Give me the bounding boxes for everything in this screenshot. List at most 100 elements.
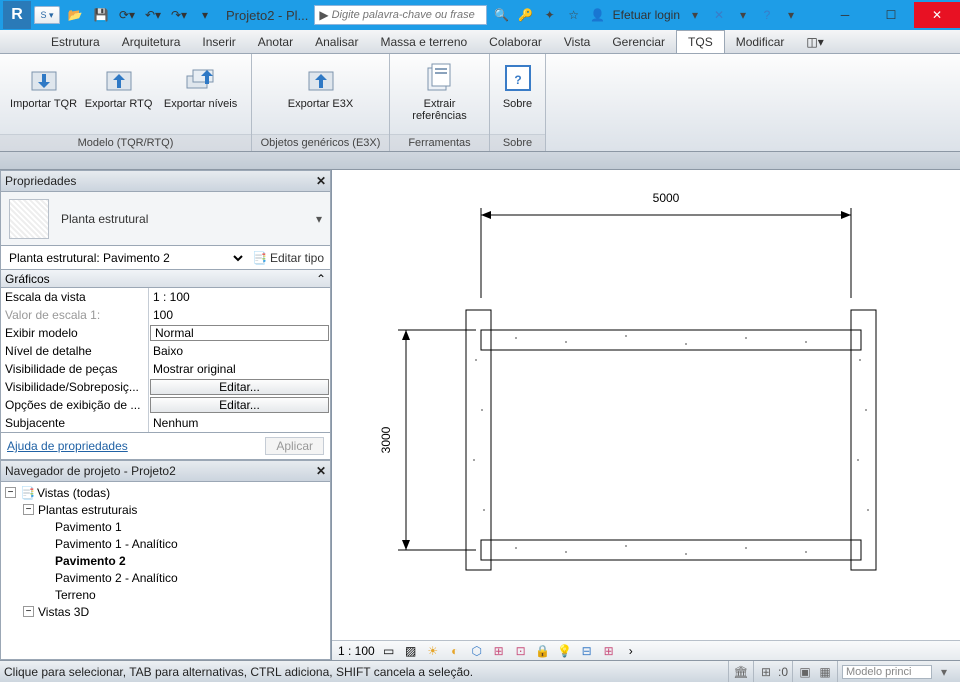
type-selector[interactable]: Planta estrutural ▾ xyxy=(0,192,331,246)
redo-icon[interactable]: ↷▾ xyxy=(168,4,190,26)
sb-coord-label: :0 xyxy=(778,665,788,679)
sb-select-icon[interactable]: ▣ xyxy=(797,664,813,680)
title-bar: R S ▾ 📂 💾 ⟳▾ ↶▾ ↷▾ ▾ Projeto2 - Pl... ▶ … xyxy=(0,0,960,30)
property-row[interactable]: Nível de detalheBaixo xyxy=(1,342,330,360)
tab-modificar[interactable]: Modificar xyxy=(725,30,796,53)
sb-link-icon[interactable]: ▦ xyxy=(817,664,833,680)
property-row[interactable]: SubjacenteNenhum xyxy=(1,414,330,432)
tab-inserir[interactable]: Inserir xyxy=(191,30,246,53)
property-row[interactable]: Escala da vista1 : 100 xyxy=(1,288,330,306)
vc-detail-icon[interactable]: ▭ xyxy=(381,643,397,659)
file-tab[interactable]: S ▾ xyxy=(34,6,60,24)
login-link[interactable]: Efetuar login xyxy=(613,8,680,22)
browser-close-icon[interactable]: ✕ xyxy=(316,464,326,478)
exportar-niveis-button[interactable]: Exportar níveis xyxy=(158,58,243,110)
expander-icon[interactable]: − xyxy=(23,504,34,515)
exportar-rtq-button[interactable]: Exportar RTQ xyxy=(83,58,154,110)
group-collapse-icon[interactable]: ⌃ xyxy=(316,272,326,286)
vc-render-icon[interactable]: ⬡ xyxy=(469,643,485,659)
user-icon[interactable]: 👤 xyxy=(589,6,607,24)
edit-type-button[interactable]: 📑 Editar tipo xyxy=(246,251,330,265)
tab-analisar[interactable]: Analisar xyxy=(304,30,369,53)
project-browser-tree[interactable]: − 📑 Vistas (todas) − Plantas estruturais… xyxy=(0,482,331,660)
property-row[interactable]: Exibir modeloNormal xyxy=(1,324,330,342)
tree-node[interactable]: Plantas estruturais xyxy=(38,503,137,517)
tree-node[interactable]: Vistas (todas) xyxy=(37,486,110,500)
expander-icon[interactable]: − xyxy=(5,487,16,498)
search-box[interactable]: ▶ xyxy=(314,5,486,25)
importar-tqr-button[interactable]: Importar TQR xyxy=(8,58,79,110)
sb-worksets-icon[interactable]: ⊞ xyxy=(758,664,774,680)
properties-panel-header[interactable]: Propriedades ✕ xyxy=(0,170,331,192)
minimize-button[interactable]: ─ xyxy=(822,2,868,28)
views-root-icon: 📑 xyxy=(20,486,35,500)
vc-lock-icon[interactable]: 🔒 xyxy=(535,643,551,659)
maximize-button[interactable]: ☐ xyxy=(868,2,914,28)
binoculars-icon[interactable]: 🔍 xyxy=(493,6,511,24)
tab-vista[interactable]: Vista xyxy=(553,30,601,53)
tab-extra-icon[interactable]: ◫▾ xyxy=(795,30,834,53)
sb-filter-dropdown-icon[interactable]: ▾ xyxy=(936,664,952,680)
status-message: Clique para selecionar, TAB para alterna… xyxy=(4,665,728,679)
vc-chevron-icon[interactable]: › xyxy=(623,643,639,659)
extrair-referencias-button[interactable]: Extrair referências xyxy=(398,58,481,122)
star-icon[interactable]: ☆ xyxy=(565,6,583,24)
vc-hide-icon[interactable]: ⊟ xyxy=(579,643,595,659)
sb-model-icon[interactable]: 🏛 xyxy=(733,664,749,680)
tab-arquitetura[interactable]: Arquitetura xyxy=(111,30,192,53)
vc-bulb-icon[interactable]: 💡 xyxy=(557,643,573,659)
tab-gerenciar[interactable]: Gerenciar xyxy=(601,30,676,53)
login-dropdown-icon[interactable]: ▾ xyxy=(686,6,704,24)
tree-leaf[interactable]: Pavimento 2 - Analítico xyxy=(1,569,330,586)
tree-leaf[interactable]: Pavimento 1 - Analítico xyxy=(1,535,330,552)
help-icon[interactable]: ? xyxy=(758,6,776,24)
exportar-e3x-button[interactable]: Exportar E3X xyxy=(285,58,357,110)
properties-help-link[interactable]: Ajuda de propriedades xyxy=(7,439,128,453)
vc-crop2-icon[interactable]: ⊡ xyxy=(513,643,529,659)
vc-model-icon[interactable]: ▨ xyxy=(403,643,419,659)
menu-bar: Estrutura Arquitetura Inserir Anotar Ana… xyxy=(0,30,960,54)
tree-leaf[interactable]: Pavimento 2 xyxy=(1,552,330,569)
properties-close-icon[interactable]: ✕ xyxy=(316,174,326,188)
exchange-dropdown-icon[interactable]: ▾ xyxy=(734,6,752,24)
expander-icon[interactable]: − xyxy=(23,606,34,617)
vc-reveal-icon[interactable]: ⊞ xyxy=(601,643,617,659)
tree-node[interactable]: Vistas 3D xyxy=(38,605,89,619)
tree-leaf[interactable]: Pavimento 1 xyxy=(1,518,330,535)
tab-massa-terreno[interactable]: Massa e terreno xyxy=(369,30,478,53)
apply-button[interactable]: Aplicar xyxy=(265,437,324,455)
search-input[interactable] xyxy=(332,9,482,21)
tab-anotar[interactable]: Anotar xyxy=(247,30,304,53)
vc-shadow-icon[interactable]: ◐ xyxy=(447,643,463,659)
close-button[interactable]: ✕ xyxy=(914,2,960,28)
share-icon[interactable]: ✦ xyxy=(541,6,559,24)
qat-dropdown-icon[interactable]: ▾ xyxy=(194,4,216,26)
scale-label[interactable]: 1 : 100 xyxy=(338,644,375,658)
property-row[interactable]: Visibilidade/Sobreposiç...Editar... xyxy=(1,378,330,396)
type-dropdown-icon[interactable]: ▾ xyxy=(316,212,322,226)
vc-crop-icon[interactable]: ⊞ xyxy=(491,643,507,659)
undo-icon[interactable]: ↶▾ xyxy=(142,4,164,26)
tab-estrutura[interactable]: Estrutura xyxy=(40,30,111,53)
tab-tqs[interactable]: TQS xyxy=(676,30,725,53)
property-row[interactable]: Opções de exibição de ...Editar... xyxy=(1,396,330,414)
property-group-header[interactable]: Gráficos ⌃ xyxy=(0,270,331,288)
key-icon[interactable]: 🔑 xyxy=(517,6,535,24)
save-icon[interactable]: 💾 xyxy=(90,4,112,26)
property-row[interactable]: Valor de escala 1:100 xyxy=(1,306,330,324)
property-row[interactable]: Visibilidade de peçasMostrar original xyxy=(1,360,330,378)
exchange-icon[interactable]: ✕ xyxy=(710,6,728,24)
sb-filter-input[interactable] xyxy=(842,665,932,679)
drawing-canvas[interactable]: ─ ☐ ✕ ◎2D ✋ 🔍 5000 xyxy=(332,170,960,660)
help-dropdown-icon[interactable]: ▾ xyxy=(782,6,800,24)
sobre-button[interactable]: ? Sobre xyxy=(498,58,537,110)
app-logo-icon[interactable]: R xyxy=(3,1,31,29)
project-browser-header[interactable]: Navegador de projeto - Projeto2 ✕ xyxy=(0,460,331,482)
open-icon[interactable]: 📂 xyxy=(64,4,86,26)
tab-colaborar[interactable]: Colaborar xyxy=(478,30,553,53)
instance-dropdown[interactable]: Planta estrutural: Pavimento 2 xyxy=(1,248,246,268)
edit-type-icon: 📑 xyxy=(252,251,267,265)
vc-sun-icon[interactable]: ☀ xyxy=(425,643,441,659)
sync-icon[interactable]: ⟳▾ xyxy=(116,4,138,26)
tree-leaf[interactable]: Terreno xyxy=(1,586,330,603)
